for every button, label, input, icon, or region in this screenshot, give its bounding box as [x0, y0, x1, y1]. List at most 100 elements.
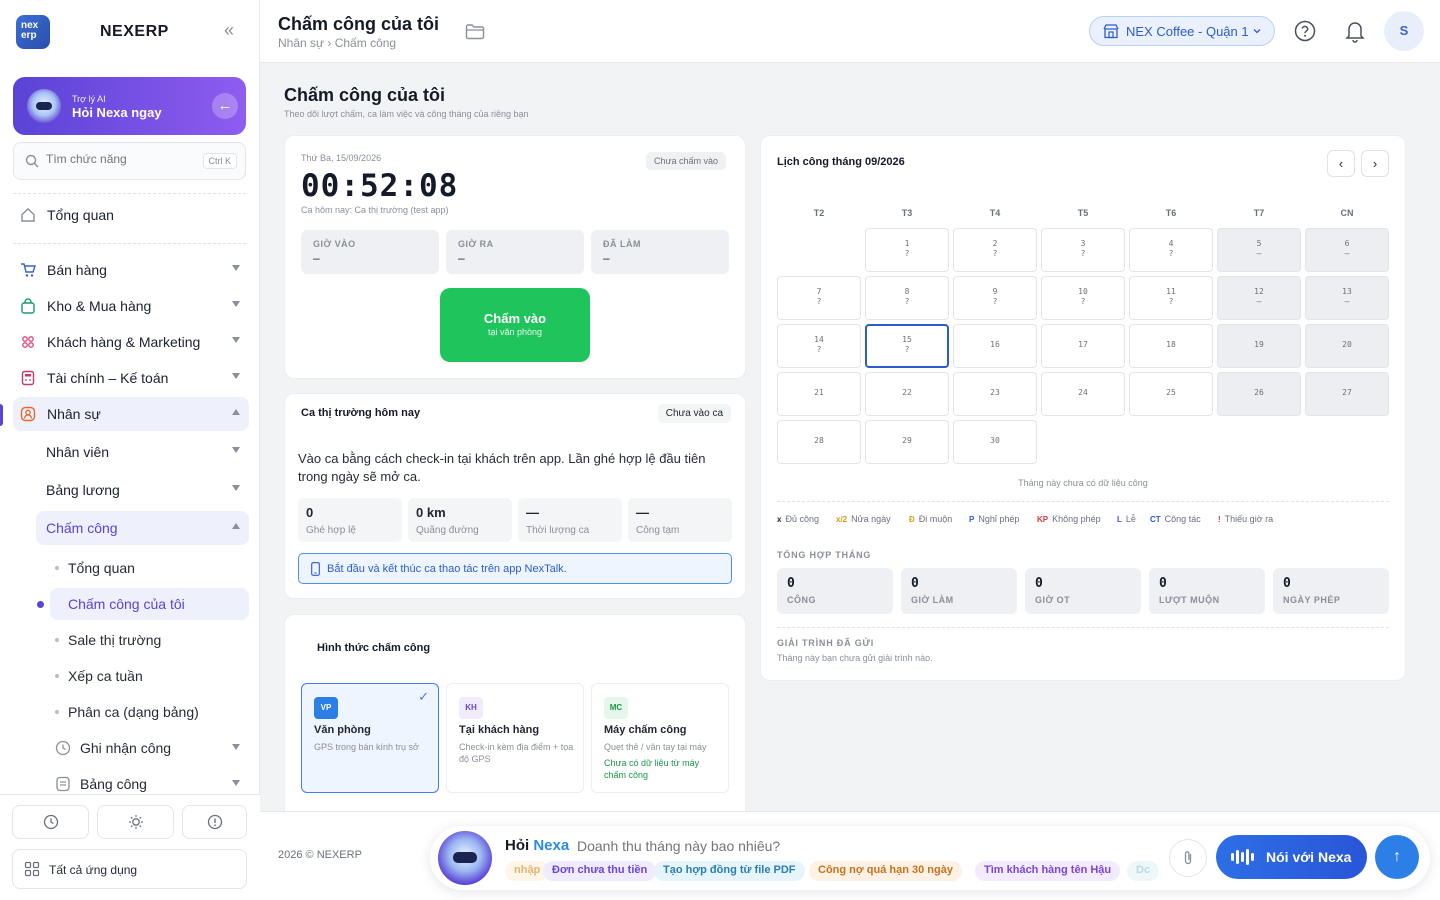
method-machine[interactable]: MC Máy chấm công Quẹt thẻ / vân tay tại … [591, 683, 729, 793]
calendar-day-cell[interactable]: 5– [1217, 228, 1301, 272]
suggestion-chip[interactable]: Tạo hợp đồng từ file PDF [654, 861, 805, 881]
check-in-button[interactable]: Chấm vào tại văn phòng [440, 288, 590, 362]
send-button[interactable]: ↑ [1375, 835, 1419, 879]
method-customer[interactable]: KH Tại khách hàng Check-in kèm địa điểm … [446, 683, 584, 793]
calendar-day-cell[interactable]: 23 [953, 372, 1037, 416]
calendar-day-cell[interactable]: 20 [1305, 324, 1389, 368]
page-title: Chấm công của tôi [284, 85, 446, 105]
page-subtitle: Theo dõi lượt chấm, ca làm việc và công … [284, 109, 529, 119]
calendar-day-cell[interactable]: 3? [1041, 228, 1125, 272]
report-issue-button[interactable] [182, 805, 247, 839]
calendar-day-cell[interactable]: 26 [1217, 372, 1301, 416]
search-input[interactable] [46, 152, 196, 166]
calendar-day-cell[interactable]: 7? [777, 276, 861, 320]
calendar-day-cell[interactable]: 8? [865, 276, 949, 320]
calendar-day-cell[interactable]: 28 [777, 420, 861, 464]
stat-check-in: GIỜ VÀO – [301, 230, 439, 274]
nav-shift-table[interactable]: Phân ca (dạng bảng) [50, 696, 249, 728]
stat-label: Thời lượng ca [526, 525, 590, 536]
all-apps-button[interactable]: Tất cả ứng dụng [12, 849, 247, 889]
calendar-day-cell[interactable]: 27 [1305, 372, 1389, 416]
nav-inventory[interactable]: Kho & Mua hàng [13, 289, 249, 323]
calendar-day-cell[interactable]: 16 [953, 324, 1037, 368]
app-logo[interactable]: nex erp [16, 15, 50, 49]
calendar-day-cell[interactable]: 24 [1041, 372, 1125, 416]
calendar-day-cell[interactable]: 1? [865, 228, 949, 272]
legend-label: Không phép [1052, 514, 1101, 524]
legend-code: x/2 [836, 515, 848, 524]
function-search[interactable]: Ctrl K [13, 142, 246, 180]
calendar-day-cell[interactable]: 12– [1217, 276, 1301, 320]
attach-button[interactable] [1169, 839, 1207, 877]
stat-value: — [526, 505, 539, 520]
suggestion-chip[interactable]: Dc [1127, 861, 1160, 881]
help-icon[interactable] [1294, 20, 1316, 42]
weekday-header: CN [1340, 208, 1354, 218]
prev-month-button[interactable]: ‹ [1327, 150, 1355, 177]
calendar-day-cell[interactable]: 13– [1305, 276, 1389, 320]
calendar-day-cell[interactable]: 22 [865, 372, 949, 416]
nav-finance[interactable]: Tài chính – Kế toán [13, 361, 249, 395]
nav-my-attendance[interactable]: Chấm công của tôi [50, 588, 249, 620]
calendar-day-cell[interactable]: 29 [865, 420, 949, 464]
user-avatar[interactable]: S [1384, 11, 1424, 51]
calendar-day-cell[interactable]: 10? [1041, 276, 1125, 320]
store-selector[interactable]: NEX Coffee - Quận 1 [1089, 16, 1275, 46]
calendar-day-cell[interactable]: 15? [865, 324, 949, 368]
day-number: 22 [902, 388, 912, 397]
topbar: Chấm công của tôi Nhân sự › Chấm công NE… [260, 0, 1440, 63]
nav-employees[interactable]: Nhân viên [36, 435, 249, 469]
summary-value: 0 [1283, 576, 1291, 591]
next-month-button[interactable]: › [1361, 150, 1389, 177]
bell-icon[interactable] [1344, 19, 1366, 43]
ask-input[interactable] [577, 838, 937, 854]
nav-payroll[interactable]: Bảng lương [36, 473, 249, 507]
nav-sales[interactable]: Bán hàng [13, 253, 249, 287]
nav-label: Chấm công [46, 520, 118, 536]
calendar-day-cell[interactable]: 25 [1129, 372, 1213, 416]
calendar-day-cell[interactable]: 17 [1041, 324, 1125, 368]
calendar-day-cell[interactable]: 11? [1129, 276, 1213, 320]
legend-label: Lễ [1125, 514, 1136, 524]
talk-to-nexa-button[interactable]: Nói với Nexa [1216, 835, 1367, 879]
calendar-day-cell[interactable]: 19 [1217, 324, 1301, 368]
nav-attendance[interactable]: Chấm công [36, 511, 249, 545]
method-office[interactable]: VP ✓ Văn phòng GPS trong bán kính trụ sở [301, 683, 439, 793]
calendar-day-cell[interactable]: 21 [777, 372, 861, 416]
nexa-bot-icon[interactable] [438, 831, 492, 885]
nav-customers[interactable]: Khách hàng & Marketing [13, 325, 249, 359]
history-button[interactable] [12, 805, 89, 839]
stat-value: – [603, 251, 610, 265]
legend-item: KP Không phép [1037, 514, 1101, 524]
calendar-day-cell[interactable]: 14? [777, 324, 861, 368]
suggestion-chip[interactable]: Tìm khách hàng tên Hậu [975, 861, 1121, 881]
day-number: 2 [992, 239, 998, 248]
nav-attendance-overview[interactable]: Tổng quan [50, 552, 249, 584]
summary-value: 0 [787, 576, 795, 591]
nav-overview[interactable]: Tổng quan [13, 198, 249, 232]
theme-toggle-button[interactable] [97, 805, 174, 839]
breadcrumb[interactable]: Nhân sự › Chấm công [278, 36, 396, 50]
nav-weekly-shifts[interactable]: Xếp ca tuần [50, 660, 249, 692]
arrow-left-icon[interactable]: ← [212, 93, 238, 119]
collapse-sidebar-icon[interactable]: « [224, 21, 242, 40]
day-status: ? [1080, 297, 1086, 306]
calendar-day-cell[interactable]: 30 [953, 420, 1037, 464]
calendar-day-cell[interactable]: 4? [1129, 228, 1213, 272]
calendar-day-cell[interactable]: 6– [1305, 228, 1389, 272]
nav-hr[interactable]: Nhân sự [13, 397, 249, 431]
footer: 2026 © NEXERP Hỏi Nexa nhậpĐơn chưa thu … [260, 811, 1440, 900]
day-number: 19 [1254, 340, 1264, 349]
stat-value: 0 km [416, 505, 446, 520]
suggestion-chip[interactable]: Công nợ quá hạn 30 ngày [809, 861, 962, 881]
calendar-day-cell[interactable]: 2? [953, 228, 1037, 272]
nav-record-attendance[interactable]: Ghi nhận công [50, 732, 249, 764]
suggestion-chip[interactable]: Đơn chưa thu tiền [543, 861, 657, 881]
folder-icon[interactable] [465, 23, 485, 40]
ask-ai-card[interactable]: Trợ lý AI Hỏi Nexa ngay ← [13, 77, 246, 135]
nav-field-sales[interactable]: Sale thị trường [50, 624, 249, 656]
calendar-day-cell[interactable]: 18 [1129, 324, 1213, 368]
day-number: 16 [990, 340, 1000, 349]
attendance-method-card: Hình thức chấm công VP ✓ Văn phòng GPS t… [284, 614, 746, 814]
calendar-day-cell[interactable]: 9? [953, 276, 1037, 320]
